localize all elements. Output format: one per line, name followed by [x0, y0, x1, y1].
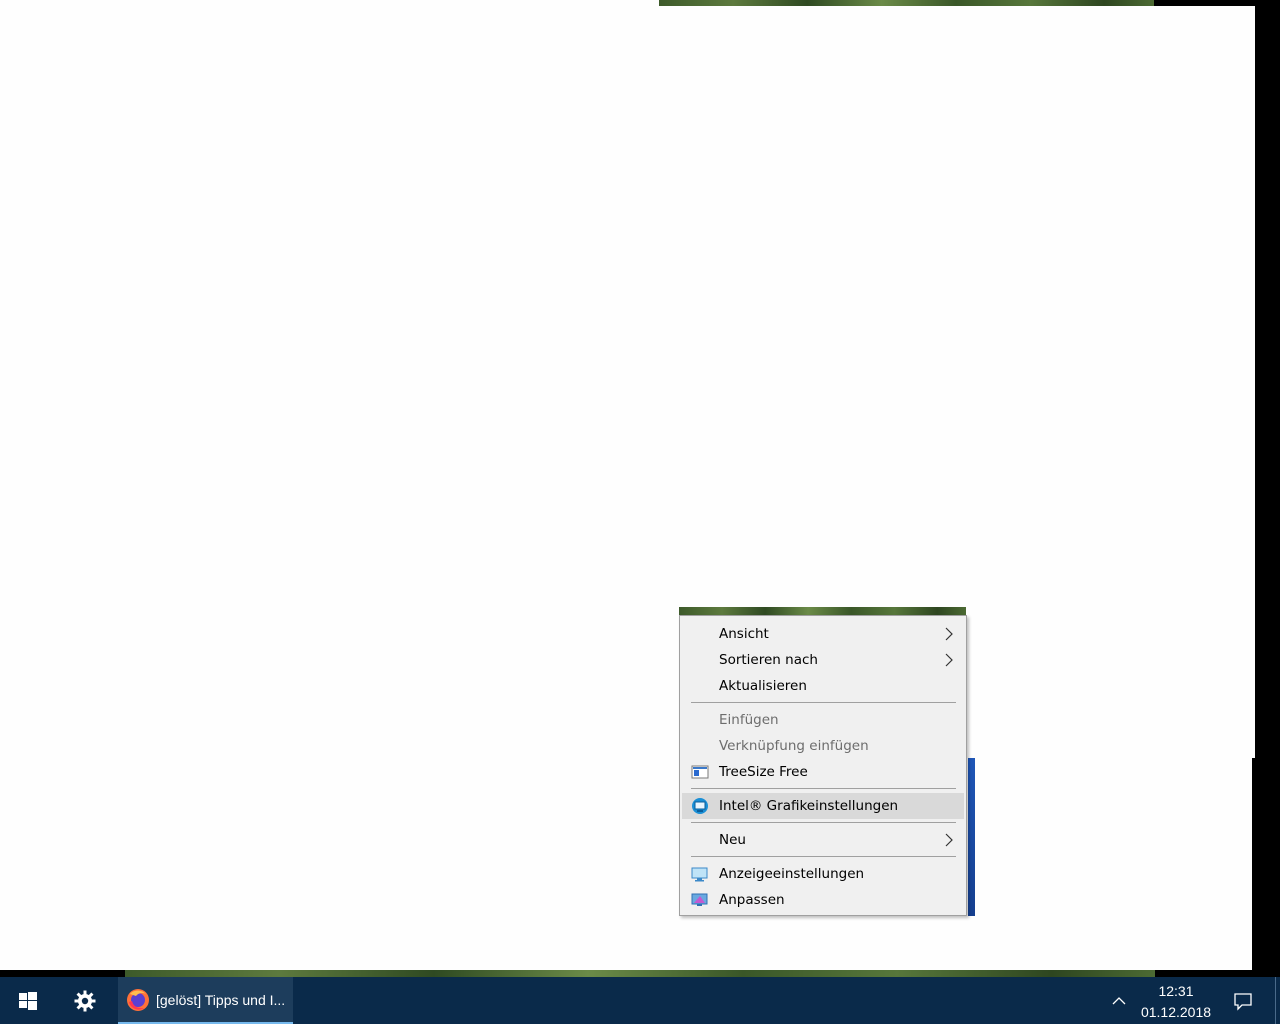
menu-item-sortieren-nach[interactable]: Sortieren nach	[680, 647, 966, 673]
desktop-wallpaper-bottom-strip	[125, 970, 1155, 977]
menu-item-anpassen[interactable]: Anpassen	[680, 887, 966, 913]
clock-date: 01.12.2018	[1140, 1004, 1212, 1020]
menu-item-neu[interactable]: Neu	[680, 827, 966, 853]
menu-item-label: TreeSize Free	[719, 764, 808, 780]
treesize-icon	[691, 765, 709, 779]
windows-start-icon	[18, 991, 37, 1010]
chevron-up-icon	[1112, 996, 1126, 1004]
menu-separator	[680, 699, 966, 707]
clock-time: 12:31	[1158, 983, 1194, 999]
menu-item-label: Anpassen	[719, 892, 785, 908]
firefox-icon	[127, 988, 149, 1011]
taskbar-app-label: [gelöst] Tipps und I...	[156, 991, 286, 1008]
chevron-right-icon	[945, 833, 953, 847]
menu-separator	[680, 819, 966, 827]
menu-item-aktualisieren[interactable]: Aktualisieren	[680, 673, 966, 699]
display-settings-icon	[691, 867, 708, 882]
taskbar-clock[interactable]: 12:31 01.12.2018	[1135, 981, 1217, 1023]
menu-item-label: Intel® Grafikeinstellungen	[719, 798, 899, 814]
menu-item-label: Ansicht	[719, 626, 769, 642]
menu-item-label: Einfügen	[719, 712, 779, 728]
desktop-wallpaper-blue-strip	[968, 758, 975, 916]
personalize-icon	[691, 893, 708, 906]
menu-item-label: Anzeigeeinstellungen	[719, 866, 865, 882]
desktop-wallpaper-menu-strip	[679, 607, 966, 615]
settings-taskbar-button[interactable]	[61, 977, 109, 1024]
menu-item-treesize-free[interactable]: TreeSize Free	[680, 759, 966, 785]
start-button[interactable]	[0, 977, 55, 1024]
menu-item-ansicht[interactable]: Ansicht	[680, 621, 966, 647]
show-desktop-divider[interactable]	[1275, 977, 1276, 1024]
menu-separator	[680, 785, 966, 793]
menu-item-einfuegen[interactable]: Einfügen	[680, 707, 966, 733]
show-hidden-icons-button[interactable]	[1105, 977, 1133, 1024]
action-center-button[interactable]	[1226, 977, 1260, 1024]
intel-graphics-icon	[692, 798, 708, 814]
menu-item-label: Sortieren nach	[719, 652, 818, 668]
white-overlay-region-top	[0, 0, 659, 970]
menu-item-anzeigeeinstellungen[interactable]: Anzeigeeinstellungen	[680, 861, 966, 887]
chevron-right-icon	[945, 627, 953, 641]
taskbar: [gelöst] Tipps und I... 12:31 01.12.2018	[0, 977, 1280, 1024]
notification-icon	[1234, 992, 1252, 1011]
menu-item-label: Aktualisieren	[719, 678, 807, 694]
settings-gear-icon	[74, 990, 96, 1011]
taskbar-app-firefox[interactable]: [gelöst] Tipps und I...	[118, 977, 293, 1024]
menu-item-verknuepfung-einfuegen[interactable]: Verknüpfung einfügen	[680, 733, 966, 759]
desktop-context-menu: Ansicht Sortieren nach Aktualisieren Ein…	[679, 615, 967, 916]
chevron-right-icon	[945, 653, 953, 667]
menu-item-intel-grafikeinstellungen[interactable]: Intel® Grafikeinstellungen	[682, 793, 964, 819]
menu-separator	[680, 853, 966, 861]
menu-item-label: Verknüpfung einfügen	[719, 738, 869, 754]
menu-item-label: Neu	[719, 832, 746, 848]
